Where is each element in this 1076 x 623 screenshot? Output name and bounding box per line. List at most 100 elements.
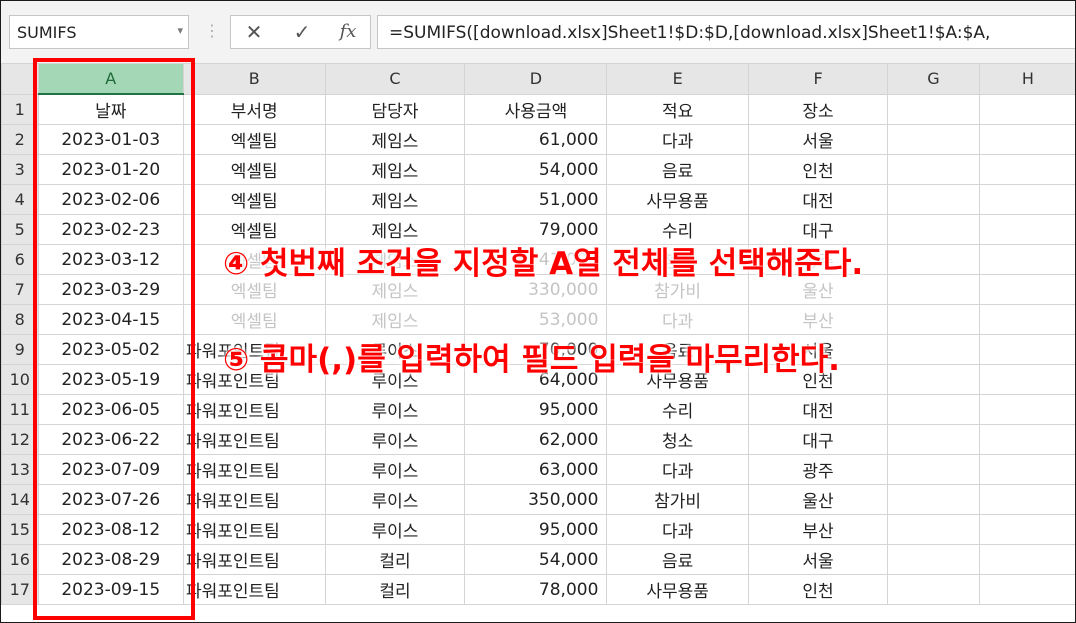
cell[interactable] bbox=[887, 93, 980, 125]
cell[interactable]: 컬리 bbox=[324, 544, 466, 575]
cell[interactable]: 제임스 bbox=[324, 124, 466, 155]
cell[interactable]: 사용금액 bbox=[464, 93, 608, 125]
cell[interactable]: 담당자 bbox=[324, 93, 466, 125]
insert-function-icon[interactable]: fx bbox=[329, 18, 367, 46]
cell[interactable]: 파워포인트팀 bbox=[182, 514, 326, 545]
name-box[interactable]: SUMIFS ▾ bbox=[9, 15, 189, 49]
cell[interactable] bbox=[887, 574, 980, 605]
row-header[interactable]: 2 bbox=[1, 124, 39, 155]
column-header-a[interactable]: A bbox=[37, 63, 184, 95]
cell[interactable] bbox=[978, 394, 1075, 425]
cell[interactable]: 루이스 bbox=[324, 424, 466, 455]
cell[interactable] bbox=[887, 334, 980, 365]
chevron-down-icon[interactable]: ▾ bbox=[177, 24, 183, 37]
cell[interactable]: 참가비 bbox=[606, 484, 749, 515]
cell[interactable] bbox=[978, 214, 1075, 245]
cell[interactable]: 2023-01-20 bbox=[37, 154, 184, 185]
cell[interactable]: 대구 bbox=[747, 424, 889, 455]
cell[interactable] bbox=[978, 154, 1075, 185]
row-header[interactable]: 16 bbox=[1, 544, 39, 575]
cell[interactable]: 파워포인트팀 bbox=[182, 394, 326, 425]
cancel-icon[interactable]: ✕ bbox=[235, 18, 273, 46]
cell[interactable]: 음료 bbox=[606, 544, 749, 575]
cell[interactable]: 제임스 bbox=[324, 304, 466, 335]
cell[interactable]: 부산 bbox=[747, 304, 889, 335]
cell[interactable]: 서울 bbox=[747, 544, 889, 575]
cell[interactable] bbox=[978, 364, 1075, 395]
cell[interactable]: 파워포인트팀 bbox=[182, 574, 326, 605]
cell[interactable]: 엑셀팀 bbox=[182, 184, 326, 215]
check-icon[interactable]: ✓ bbox=[283, 18, 321, 46]
cell[interactable]: 울산 bbox=[747, 484, 889, 515]
cell[interactable]: 53,000 bbox=[464, 304, 608, 335]
row-header[interactable]: 10 bbox=[1, 364, 39, 395]
cell[interactable] bbox=[887, 124, 980, 155]
cell[interactable]: 2023-06-22 bbox=[37, 424, 184, 455]
cell[interactable]: 61,000 bbox=[464, 124, 608, 155]
column-header-e[interactable]: E bbox=[606, 63, 749, 95]
cell[interactable]: 파워포인트팀 bbox=[182, 544, 326, 575]
cell[interactable]: 제임스 bbox=[324, 184, 466, 215]
cell[interactable] bbox=[887, 214, 980, 245]
cell[interactable] bbox=[978, 544, 1075, 575]
cell[interactable] bbox=[978, 124, 1075, 155]
cell[interactable] bbox=[978, 454, 1075, 485]
cell[interactable] bbox=[887, 544, 980, 575]
cell[interactable] bbox=[887, 514, 980, 545]
column-header-c[interactable]: C bbox=[324, 63, 466, 95]
cell[interactable]: 청소 bbox=[606, 424, 749, 455]
cell[interactable] bbox=[887, 154, 980, 185]
column-header-d[interactable]: D bbox=[464, 63, 608, 95]
cell[interactable]: 다과 bbox=[606, 304, 749, 335]
cell[interactable]: 2023-07-09 bbox=[37, 454, 184, 485]
cell[interactable]: 부서명 bbox=[182, 93, 326, 125]
column-header-f[interactable]: F bbox=[747, 63, 889, 95]
cell[interactable]: 엑셀팀 bbox=[182, 124, 326, 155]
cell[interactable] bbox=[887, 424, 980, 455]
cell[interactable]: 350,000 bbox=[464, 484, 608, 515]
cell[interactable] bbox=[887, 454, 980, 485]
cell[interactable]: 2023-09-15 bbox=[37, 574, 184, 605]
row-header[interactable]: 4 bbox=[1, 184, 39, 215]
drag-handle-icon[interactable]: ⋮ bbox=[204, 21, 220, 40]
row-header[interactable]: 6 bbox=[1, 244, 39, 275]
cell[interactable] bbox=[978, 424, 1075, 455]
row-header[interactable]: 5 bbox=[1, 214, 39, 245]
row-header[interactable]: 11 bbox=[1, 394, 39, 425]
cell[interactable]: 63,000 bbox=[464, 454, 608, 485]
cell[interactable]: 대전 bbox=[747, 394, 889, 425]
cell[interactable]: 95,000 bbox=[464, 394, 608, 425]
row-header[interactable]: 7 bbox=[1, 274, 39, 305]
row-header[interactable]: 17 bbox=[1, 574, 39, 605]
row-header[interactable]: 9 bbox=[1, 334, 39, 365]
cell[interactable] bbox=[978, 334, 1075, 365]
cell[interactable]: 2023-02-23 bbox=[37, 214, 184, 245]
cell[interactable]: 78,000 bbox=[464, 574, 608, 605]
column-header-g[interactable]: G bbox=[887, 63, 980, 95]
cell[interactable]: 엑셀팀 bbox=[182, 154, 326, 185]
cell[interactable] bbox=[887, 184, 980, 215]
cell[interactable] bbox=[887, 394, 980, 425]
cell[interactable]: 루이스 bbox=[324, 454, 466, 485]
cell[interactable]: 컬리 bbox=[324, 574, 466, 605]
cell[interactable] bbox=[887, 274, 980, 305]
cell[interactable]: 적요 bbox=[606, 93, 749, 125]
column-header-h[interactable]: H bbox=[978, 63, 1075, 95]
cell[interactable] bbox=[887, 484, 980, 515]
cell[interactable]: 2023-06-05 bbox=[37, 394, 184, 425]
cell[interactable]: 2023-08-29 bbox=[37, 544, 184, 575]
cell[interactable]: 파워포인트팀 bbox=[182, 424, 326, 455]
cell[interactable]: 54,000 bbox=[464, 544, 608, 575]
row-header[interactable]: 15 bbox=[1, 514, 39, 545]
row-header[interactable]: 12 bbox=[1, 424, 39, 455]
cell[interactable]: 2023-07-26 bbox=[37, 484, 184, 515]
cell[interactable]: 95,000 bbox=[464, 514, 608, 545]
cell[interactable]: 2023-03-29 bbox=[37, 274, 184, 305]
cell[interactable] bbox=[887, 304, 980, 335]
cell[interactable]: 인천 bbox=[747, 574, 889, 605]
cell[interactable]: 2023-08-12 bbox=[37, 514, 184, 545]
cell[interactable]: 파워포인트팀 bbox=[182, 454, 326, 485]
cell[interactable] bbox=[978, 184, 1075, 215]
cell[interactable] bbox=[978, 484, 1075, 515]
cell[interactable]: 날짜 bbox=[37, 93, 184, 125]
